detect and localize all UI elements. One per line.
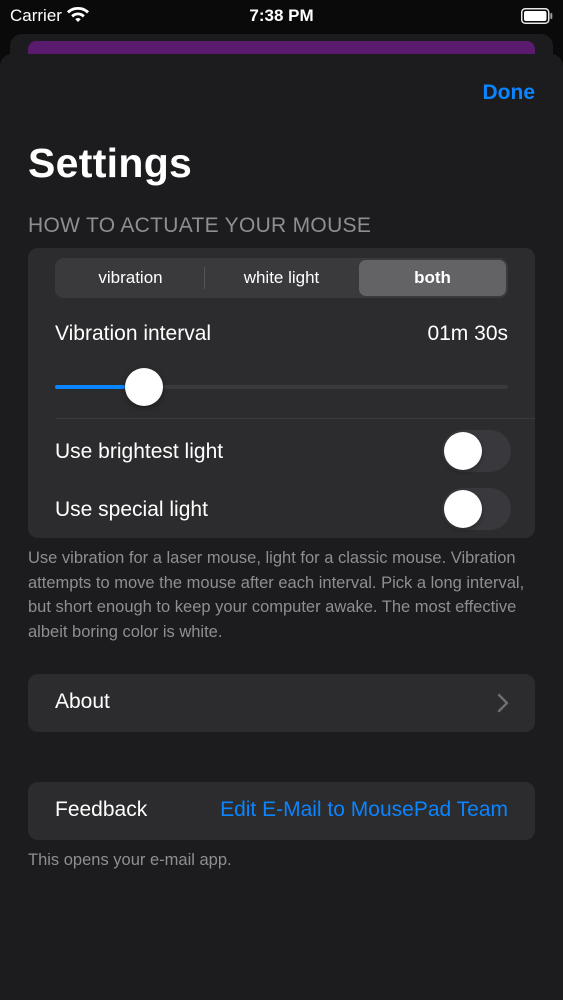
vibration-interval-value: 01m 30s	[427, 322, 508, 345]
brightest-light-label: Use brightest light	[55, 440, 224, 463]
about-row[interactable]: About	[28, 674, 535, 732]
done-button[interactable]: Done	[483, 81, 536, 105]
vibration-interval-slider[interactable]	[55, 367, 508, 407]
slider-fill	[55, 385, 125, 389]
edit-email-link[interactable]: Edit E-Mail to MousePad Team	[220, 798, 508, 822]
toggle-knob	[444, 432, 482, 470]
slider-thumb[interactable]	[125, 368, 163, 406]
segment-divider	[204, 267, 205, 289]
special-light-label: Use special light	[55, 498, 208, 521]
status-bar: Carrier 7:38 PM	[0, 0, 563, 32]
special-light-toggle[interactable]	[442, 488, 511, 530]
actuate-footer-text: Use vibration for a laser mouse, light f…	[28, 549, 525, 641]
mode-segmented-control[interactable]: vibration white light both	[55, 258, 508, 298]
feedback-footer-text: This opens your e-mail app.	[28, 851, 232, 869]
segment-white-light[interactable]: white light	[206, 260, 357, 296]
screen: Carrier 7:38 PM Done Settings HOW TO ACT…	[0, 0, 563, 1000]
settings-sheet: Done Settings HOW TO ACTUATE YOUR MOUSE …	[0, 54, 563, 1000]
chevron-right-icon	[497, 693, 509, 713]
actuate-settings-group: vibration white light both Vibration int…	[28, 248, 535, 538]
row-separator	[55, 418, 535, 419]
section-header-actuate: HOW TO ACTUATE YOUR MOUSE	[28, 214, 372, 237]
feedback-label: Feedback	[55, 798, 148, 821]
feedback-row: Feedback Edit E-Mail to MousePad Team	[28, 782, 535, 840]
page-title: Settings	[28, 140, 193, 186]
battery-icon	[521, 8, 553, 24]
about-label: About	[55, 690, 110, 713]
toggle-knob	[444, 490, 482, 528]
segment-both[interactable]: both	[359, 260, 506, 296]
vibration-interval-label: Vibration interval	[55, 322, 212, 345]
status-time: 7:38 PM	[249, 6, 314, 25]
segment-vibration[interactable]: vibration	[57, 260, 204, 296]
brightest-light-toggle[interactable]	[442, 430, 511, 472]
